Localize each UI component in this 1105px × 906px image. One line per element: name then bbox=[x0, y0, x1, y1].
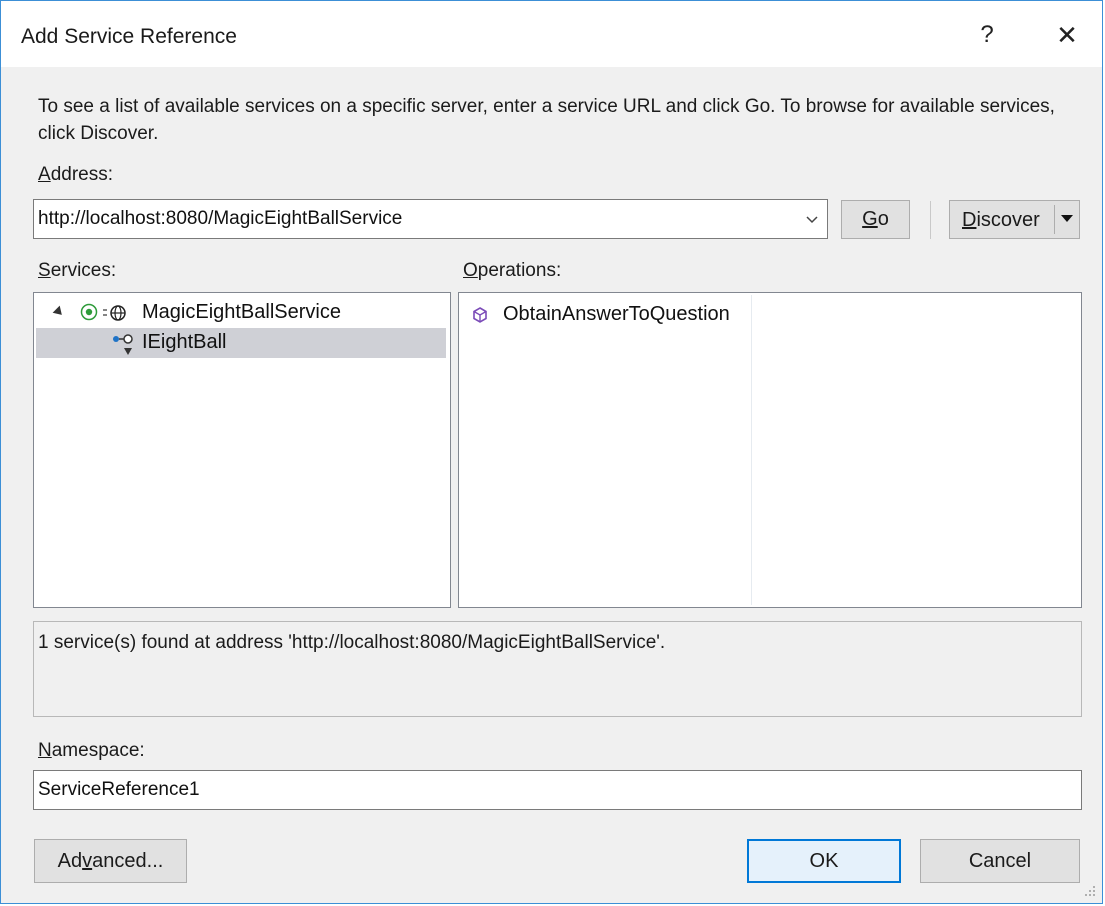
operation-label: ObtainAnswerToQuestion bbox=[503, 303, 730, 325]
discover-split-button[interactable]: Discover bbox=[949, 200, 1080, 239]
resize-grip-icon[interactable] bbox=[1082, 883, 1096, 897]
window-title: Add Service Reference bbox=[21, 25, 237, 48]
dropdown-arrow-icon[interactable] bbox=[1061, 215, 1073, 222]
operations-column: ObtainAnswerToQuestion bbox=[461, 295, 752, 605]
operations-list[interactable]: ObtainAnswerToQuestion bbox=[458, 292, 1082, 608]
expand-triangle-icon[interactable] bbox=[52, 305, 66, 319]
go-button[interactable]: Go bbox=[841, 200, 910, 239]
service-globe-icon bbox=[103, 305, 126, 321]
operation-cube-icon bbox=[473, 307, 487, 323]
chevron-down-icon[interactable] bbox=[803, 210, 821, 228]
close-button[interactable]: ✕ bbox=[1051, 19, 1083, 51]
status-text: 1 service(s) found at address 'http://lo… bbox=[38, 632, 666, 653]
address-input-value[interactable]: http://localhost:8080/MagicEightBallServ… bbox=[38, 208, 402, 230]
namespace-field[interactable]: ServiceReference1 bbox=[33, 770, 1082, 810]
ok-button[interactable]: OK bbox=[747, 839, 901, 883]
discover-button[interactable]: Discover bbox=[962, 209, 1040, 232]
instructions-text: To see a list of available services on a… bbox=[38, 96, 1055, 144]
tree-item-magiceightballservice[interactable]: MagicEightBallService bbox=[36, 298, 446, 328]
tree-item-label: MagicEightBallService bbox=[142, 301, 341, 323]
operation-item[interactable]: ObtainAnswerToQuestion bbox=[463, 300, 743, 330]
advanced-button[interactable]: Advanced... bbox=[34, 839, 187, 883]
address-label: Address: bbox=[38, 164, 113, 185]
add-service-reference-dialog: Add Service Reference ? ✕ To see a list … bbox=[0, 0, 1103, 904]
help-button[interactable]: ? bbox=[975, 19, 999, 51]
namespace-input-value[interactable]: ServiceReference1 bbox=[38, 779, 200, 801]
services-label: Services: bbox=[38, 260, 117, 281]
status-running-icon bbox=[80, 303, 98, 321]
interface-contract-icon bbox=[113, 334, 133, 355]
operations-label: Operations: bbox=[463, 260, 562, 281]
toolbar-separator bbox=[930, 201, 931, 239]
services-tree[interactable]: MagicEightBallService IEightBall bbox=[33, 292, 451, 608]
namespace-label: Namespace: bbox=[38, 740, 145, 761]
cancel-button[interactable]: Cancel bbox=[920, 839, 1080, 883]
tree-item-label: IEightBall bbox=[142, 331, 227, 353]
split-divider bbox=[1054, 205, 1055, 234]
status-message-box: 1 service(s) found at address 'http://lo… bbox=[33, 621, 1082, 717]
title-bar: Add Service Reference ? ✕ bbox=[1, 1, 1102, 67]
address-combobox[interactable]: http://localhost:8080/MagicEightBallServ… bbox=[33, 199, 828, 239]
tree-item-ieightball[interactable]: IEightBall bbox=[36, 328, 446, 358]
